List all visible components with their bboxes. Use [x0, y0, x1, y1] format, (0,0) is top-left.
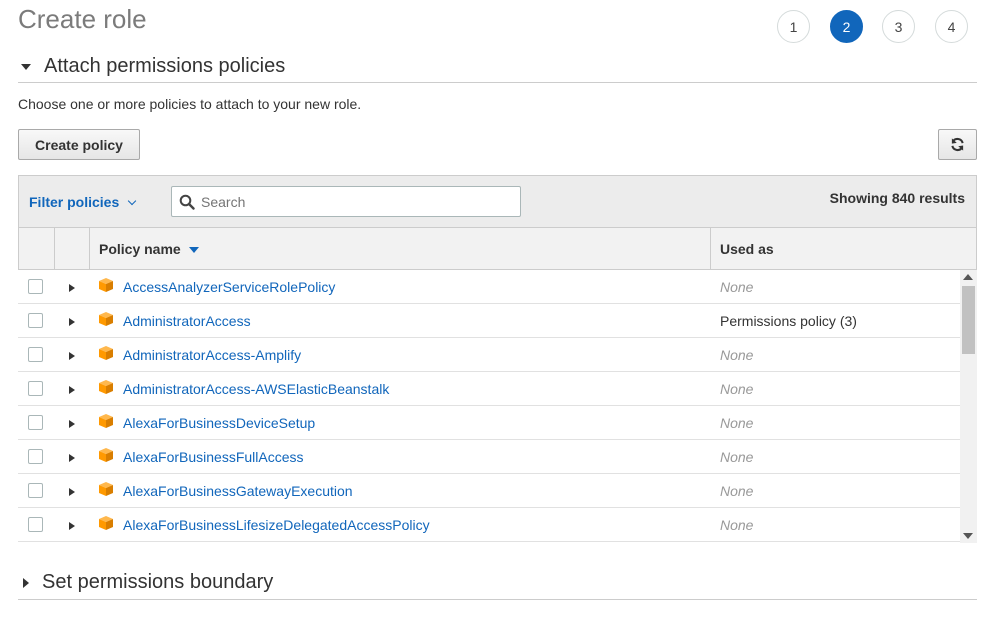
create-policy-button[interactable]: Create policy: [18, 129, 140, 160]
row-select-checkbox[interactable]: [28, 483, 43, 498]
page-title: Create role: [18, 4, 147, 34]
search-box[interactable]: [171, 186, 521, 217]
expand-row-icon[interactable]: [69, 318, 75, 326]
refresh-icon: [951, 137, 964, 152]
attach-description: Choose one or more policies to attach to…: [18, 96, 362, 112]
sort-descending-icon: [188, 247, 199, 254]
policy-used-as: None: [720, 415, 754, 431]
permissions-boundary-section-toggle[interactable]: Set permissions boundary: [18, 571, 273, 594]
row-select-checkbox[interactable]: [28, 347, 43, 362]
caret-right-icon: [23, 577, 29, 588]
column-divider: [54, 228, 55, 269]
section-divider: [18, 599, 977, 600]
policy-name-link[interactable]: AlexaForBusinessDeviceSetup: [123, 415, 315, 431]
column-divider: [89, 228, 90, 269]
step-2-active[interactable]: 2: [830, 10, 863, 43]
policy-name-link[interactable]: AlexaForBusinessFullAccess: [123, 449, 304, 465]
policy-name-header-label: Policy name: [99, 241, 181, 257]
policy-used-as: None: [720, 279, 754, 295]
policy-name-link[interactable]: AdministratorAccess-Amplify: [123, 347, 301, 363]
expand-row-icon[interactable]: [69, 488, 75, 496]
policy-used-as: Permissions policy (3): [720, 313, 857, 329]
row-select-checkbox[interactable]: [28, 449, 43, 464]
attach-policies-heading: Attach permissions policies: [44, 55, 286, 77]
section-divider: [18, 82, 977, 83]
refresh-button[interactable]: [938, 129, 977, 160]
aws-managed-policy-icon: [99, 312, 113, 326]
policy-name-link[interactable]: AdministratorAccess-AWSElasticBeanstalk: [123, 381, 389, 397]
policy-name-link[interactable]: AccessAnalyzerServiceRolePolicy: [123, 279, 335, 295]
column-divider: [710, 228, 711, 269]
aws-managed-policy-icon: [99, 414, 113, 428]
policy-used-as: None: [720, 483, 754, 499]
step-4[interactable]: 4: [935, 10, 968, 43]
aws-managed-policy-icon: [99, 516, 113, 530]
expand-row-icon[interactable]: [69, 284, 75, 292]
results-count: Showing 840 results: [829, 190, 965, 206]
filter-policies-label: Filter policies: [29, 194, 120, 210]
policy-name-column-header[interactable]: Policy name: [99, 241, 199, 257]
step-3[interactable]: 3: [882, 10, 915, 43]
row-select-checkbox[interactable]: [28, 415, 43, 430]
aws-managed-policy-icon: [99, 482, 113, 496]
expand-row-icon[interactable]: [69, 386, 75, 394]
policy-used-as: None: [720, 449, 754, 465]
scroll-down-arrow-icon[interactable]: [963, 533, 973, 539]
policy-name-link[interactable]: AdministratorAccess: [123, 313, 251, 329]
expand-row-icon[interactable]: [69, 454, 75, 462]
expand-row-icon[interactable]: [69, 352, 75, 360]
row-select-checkbox[interactable]: [28, 279, 43, 294]
filter-policies-dropdown[interactable]: Filter policies: [29, 194, 137, 210]
policy-name-link[interactable]: AlexaForBusinessGatewayExecution: [123, 483, 353, 499]
attach-policies-section-toggle[interactable]: Attach permissions policies: [18, 55, 285, 78]
policy-used-as: None: [720, 381, 754, 397]
aws-managed-policy-icon: [99, 278, 113, 292]
aws-managed-policy-icon: [99, 346, 113, 360]
used-as-column-header[interactable]: Used as: [720, 241, 774, 257]
expand-row-icon[interactable]: [69, 420, 75, 428]
row-select-checkbox[interactable]: [28, 313, 43, 328]
policy-used-as: None: [720, 347, 754, 363]
policy-name-link[interactable]: AlexaForBusinessLifesizeDelegatedAccessP…: [123, 517, 430, 533]
search-icon: [179, 194, 195, 210]
aws-managed-policy-icon: [99, 380, 113, 394]
scrollbar-thumb[interactable]: [962, 286, 975, 354]
scroll-up-arrow-icon[interactable]: [963, 274, 973, 280]
search-input[interactable]: [201, 193, 501, 210]
expand-row-icon[interactable]: [69, 522, 75, 530]
step-1[interactable]: 1: [777, 10, 810, 43]
row-select-checkbox[interactable]: [28, 381, 43, 396]
chevron-down-icon: [128, 196, 137, 205]
caret-down-icon: [21, 63, 31, 70]
permissions-boundary-heading: Set permissions boundary: [42, 571, 274, 593]
row-select-checkbox[interactable]: [28, 517, 43, 532]
policy-used-as: None: [720, 517, 754, 533]
aws-managed-policy-icon: [99, 448, 113, 462]
